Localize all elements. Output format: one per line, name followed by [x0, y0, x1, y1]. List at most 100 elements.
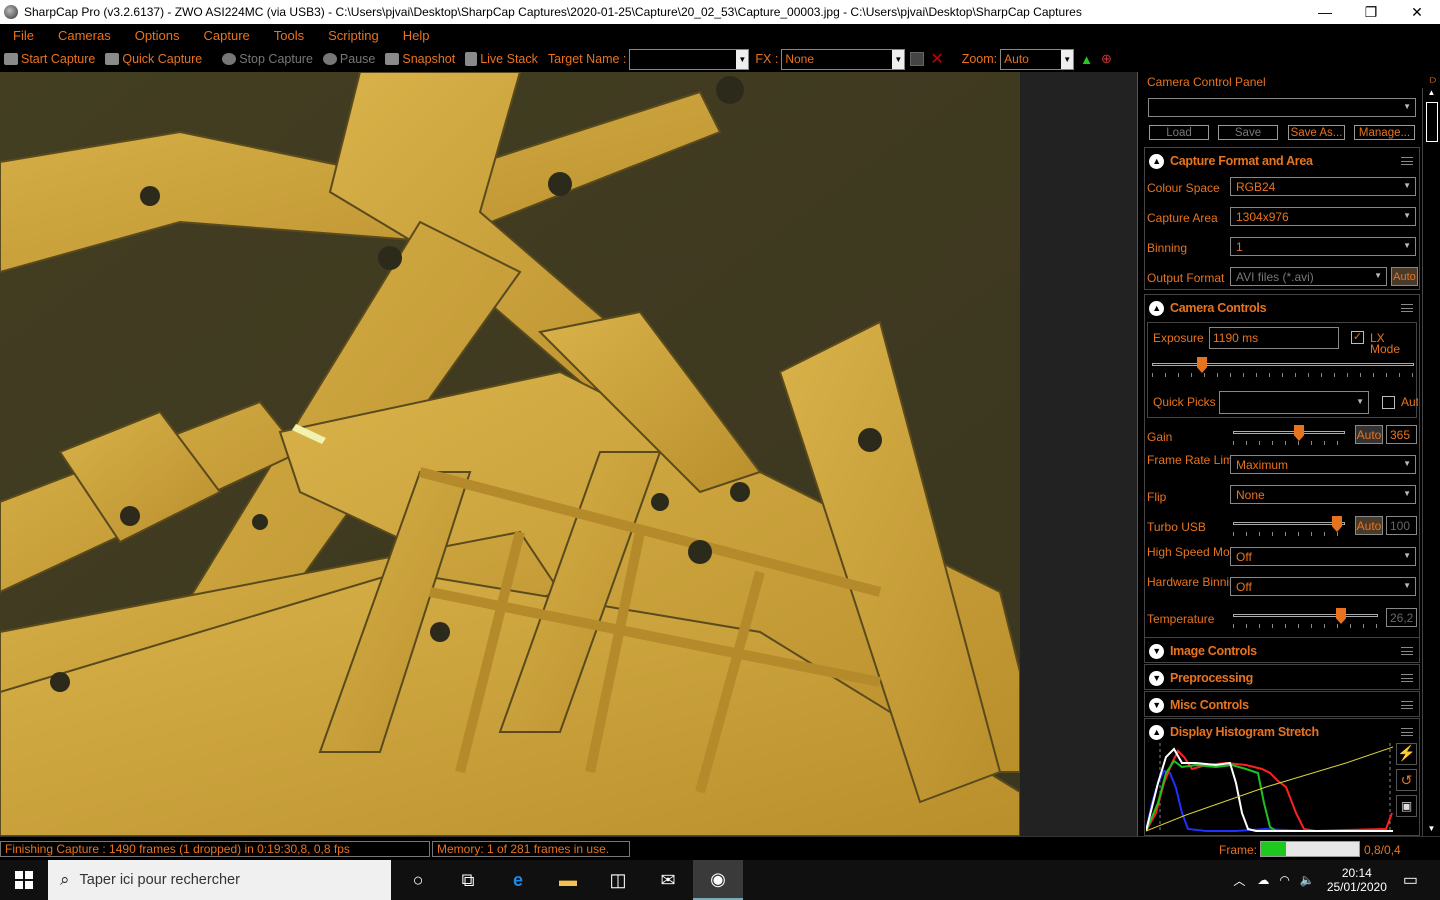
cortana-icon[interactable]: ○ [393, 860, 443, 900]
misc-controls-header[interactable]: ▼ Misc Controls [1145, 692, 1419, 718]
fx-settings-icon[interactable] [910, 52, 925, 66]
binning-select[interactable]: 1 ▼ [1230, 237, 1416, 256]
fx-clear-icon[interactable]: ✕ [930, 49, 943, 69]
save-button[interactable]: Save [1218, 125, 1278, 140]
fx-select[interactable]: None ▼ [781, 48, 906, 70]
image-controls-header[interactable]: ▼ Image Controls [1145, 638, 1419, 664]
camera-image-view[interactable] [0, 72, 1020, 836]
output-format-select[interactable]: AVI files (*.avi) ▼ [1230, 267, 1387, 286]
sharpcap-taskbar-icon[interactable]: ◉ [693, 860, 743, 900]
manage-button[interactable]: Manage... [1354, 125, 1415, 140]
drag-handle-icon[interactable] [1401, 728, 1413, 736]
drag-handle-icon[interactable] [1401, 674, 1413, 682]
status-bar: Finishing Capture : 1490 frames (1 dropp… [0, 836, 1440, 860]
scroll-up-icon[interactable]: ▲ [1423, 88, 1440, 100]
quick-picks-auto-checkbox[interactable] [1382, 396, 1395, 409]
drag-handle-icon[interactable] [1401, 304, 1413, 312]
lx-mode-checkbox[interactable]: ✓ [1351, 331, 1364, 344]
output-format-auto-button[interactable]: Auto [1391, 267, 1418, 286]
drag-handle-icon[interactable] [1401, 157, 1413, 165]
close-button[interactable]: ✕ [1394, 0, 1440, 24]
gain-value[interactable]: 365 [1386, 425, 1417, 444]
menu-options[interactable]: Options [122, 28, 191, 43]
preprocessing-header[interactable]: ▼ Preprocessing [1145, 665, 1419, 691]
panel-scrollbar[interactable]: ▲ ▼ [1422, 88, 1440, 836]
hardware-binning-select[interactable]: Off ▼ [1230, 577, 1416, 596]
frame-rate-value: Maximum [1236, 457, 1289, 472]
pin-icon[interactable]: ⫐ [1430, 74, 1436, 87]
menu-tools[interactable]: Tools [261, 28, 315, 43]
menu-cameras[interactable]: Cameras [45, 28, 122, 43]
drag-handle-icon[interactable] [1401, 647, 1413, 655]
high-speed-mode-select[interactable]: Off ▼ [1230, 547, 1416, 566]
zoom-reticle-icon[interactable]: ⊕ [1101, 51, 1112, 67]
taskbar-search[interactable]: ⌕ Taper ici pour rechercher [48, 860, 391, 900]
save-disk-icon[interactable]: ▣ [1396, 795, 1417, 817]
snapshot-button[interactable]: Snapshot [385, 52, 455, 66]
auto-stretch-icon[interactable]: ⚡ [1396, 743, 1417, 765]
viewer-margin [1020, 72, 1137, 836]
output-format-value: AVI files (*.avi) [1236, 269, 1314, 284]
menu-file[interactable]: File [0, 28, 45, 43]
clock[interactable]: 20:14 25/01/2020 [1327, 866, 1387, 894]
save-as-button[interactable]: Save As... [1288, 125, 1345, 140]
gain-slider[interactable] [1233, 425, 1345, 445]
turbo-usb-value[interactable]: 100 [1386, 516, 1417, 535]
live-stack-button[interactable]: Live Stack [465, 52, 538, 66]
reset-icon[interactable]: ↺ [1396, 769, 1417, 791]
flip-select[interactable]: None ▼ [1230, 485, 1416, 504]
turbo-usb-auto-button[interactable]: Auto [1355, 516, 1383, 535]
quick-capture-button[interactable]: Quick Capture [105, 52, 202, 66]
frame-rate-select[interactable]: Maximum ▼ [1230, 455, 1416, 474]
gain-auto-button[interactable]: Auto [1355, 425, 1383, 444]
app-icon [4, 5, 18, 19]
pause-button[interactable]: Pause [322, 52, 375, 66]
file-explorer-icon[interactable]: ▬ [543, 860, 593, 900]
search-icon: ⌕ [60, 870, 70, 889]
maximize-button[interactable]: ❐ [1348, 0, 1394, 24]
capture-format-header[interactable]: ▲ Capture Format and Area [1145, 148, 1419, 174]
fx-label: FX : [755, 52, 779, 66]
quick-picks-auto-label: Auto [1401, 397, 1418, 408]
show-hidden-icons-icon[interactable]: ︿ [1233, 872, 1245, 889]
exposure-slider[interactable] [1152, 357, 1414, 377]
quick-picks-select[interactable]: ▼ [1219, 391, 1369, 414]
start-capture-button[interactable]: Start Capture [4, 52, 95, 66]
histogram-graph[interactable] [1146, 743, 1393, 833]
volume-icon[interactable]: 🔈 [1300, 873, 1315, 887]
wifi-icon[interactable]: ◠ [1279, 873, 1289, 887]
chevron-down-icon: ▼ [1149, 697, 1164, 713]
menu-capture[interactable]: Capture [191, 28, 261, 43]
start-capture-label: Start Capture [21, 52, 96, 66]
exposure-input[interactable]: 1190 ms [1209, 327, 1339, 349]
task-view-icon[interactable]: ⧉ [443, 860, 493, 900]
mail-icon[interactable]: ✉ [643, 860, 693, 900]
capture-area-select[interactable]: 1304x976 ▼ [1230, 207, 1416, 226]
windows-start-icon[interactable] [0, 860, 48, 900]
menu-scripting[interactable]: Scripting [315, 28, 390, 43]
edge-browser-icon[interactable]: e [493, 860, 543, 900]
camera-controls-header[interactable]: ▲ Camera Controls [1145, 295, 1419, 321]
target-name-input[interactable]: ▼ [629, 48, 750, 70]
quick-capture-label: Quick Capture [122, 52, 203, 66]
histogram-icon[interactable]: ▲ [1080, 52, 1093, 67]
scroll-down-icon[interactable]: ▼ [1423, 824, 1440, 836]
colour-space-select[interactable]: RGB24 ▼ [1230, 177, 1416, 196]
load-button[interactable]: Load [1149, 125, 1209, 140]
profile-select[interactable]: ▼ [1148, 98, 1416, 117]
store-icon[interactable]: ◫ [593, 860, 643, 900]
drag-handle-icon[interactable] [1401, 701, 1413, 709]
slider-thumb[interactable] [1294, 425, 1304, 441]
slider-thumb[interactable] [1197, 357, 1207, 373]
zoom-select[interactable]: Auto ▼ [1000, 48, 1075, 70]
slider-thumb[interactable] [1332, 516, 1342, 532]
minimize-button[interactable]: — [1302, 0, 1348, 24]
scrollbar-thumb[interactable] [1426, 102, 1438, 142]
stop-capture-button[interactable]: Stop Capture [222, 52, 313, 66]
menu-help[interactable]: Help [390, 28, 441, 43]
notifications-icon[interactable]: ▭ [1403, 870, 1418, 890]
chevron-down-icon: ▼ [1403, 459, 1411, 468]
turbo-usb-slider[interactable] [1233, 516, 1345, 536]
histogram-header[interactable]: ▲ Display Histogram Stretch [1145, 719, 1419, 745]
onedrive-cloud-icon[interactable]: ☁ [1257, 873, 1269, 887]
